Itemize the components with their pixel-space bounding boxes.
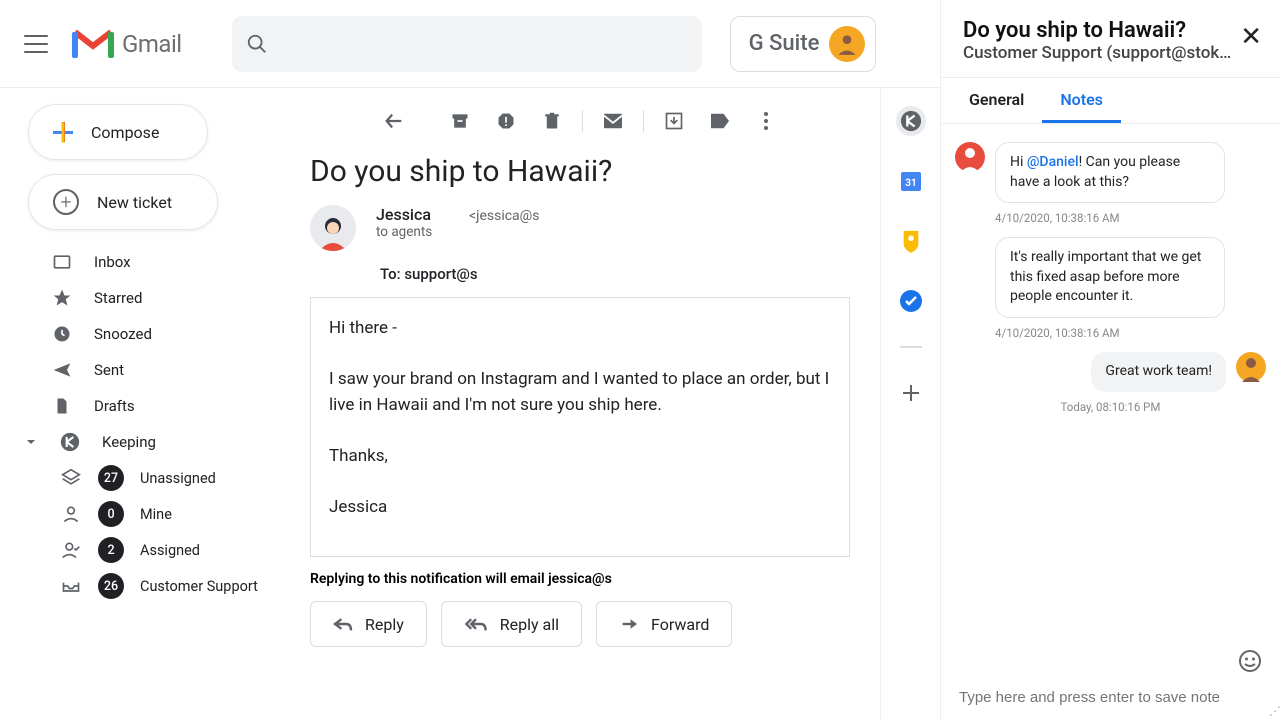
drafts-icon	[52, 396, 72, 416]
archive-icon[interactable]	[438, 99, 482, 143]
count-badge: 2	[98, 537, 124, 563]
note-avatar	[955, 142, 985, 172]
sender-email: <jessica@s	[469, 208, 540, 224]
more-icon[interactable]	[744, 99, 788, 143]
forward-button[interactable]: Forward	[596, 601, 732, 647]
sub-label: Unassigned	[140, 470, 216, 487]
note-timestamp: Today, 08:10:16 PM	[955, 400, 1266, 414]
panel-title: Do you ship to Hawaii?	[963, 18, 1258, 43]
note-timestamp: 4/10/2020, 10:38:16 AM	[955, 211, 1266, 225]
sidebar-item-inbox[interactable]: Inbox	[0, 244, 280, 280]
spam-icon[interactable]	[484, 99, 528, 143]
sidebar: Compose + New ticket Inbox Starred Snooz…	[0, 88, 280, 720]
layers-icon	[60, 467, 82, 489]
chevron-down-icon	[24, 432, 38, 452]
note-timestamp: 4/10/2020, 10:38:16 AM	[955, 326, 1266, 340]
delete-icon[interactable]	[530, 99, 574, 143]
nav-label: Keeping	[102, 433, 156, 451]
sidebar-item-keeping[interactable]: Keeping	[0, 424, 280, 460]
clock-icon	[52, 324, 72, 344]
sender-name: Jessica	[376, 205, 431, 224]
note-bubble: Hi @Daniel! Can you please have a look a…	[995, 142, 1225, 203]
email-toolbar	[300, 88, 860, 154]
keeping-addon-icon[interactable]	[896, 106, 926, 136]
side-panel: Do you ship to Hawaii? Customer Support …	[940, 0, 1280, 720]
sidebar-item-drafts[interactable]: Drafts	[0, 388, 280, 424]
compose-label: Compose	[91, 123, 159, 142]
resize-handle[interactable]: ⋰	[1269, 704, 1278, 718]
tab-general[interactable]: General	[951, 78, 1042, 123]
search-bar[interactable]	[232, 16, 702, 72]
label-icon[interactable]	[698, 99, 742, 143]
count-badge: 27	[98, 465, 124, 491]
user-avatar[interactable]	[829, 26, 865, 62]
email-body: Hi there - I saw your brand on Instagram…	[310, 297, 850, 557]
to-line: To: support@s	[300, 251, 860, 297]
sent-icon	[52, 360, 72, 380]
count-badge: 26	[98, 573, 124, 599]
emoji-icon[interactable]	[1238, 649, 1262, 673]
move-to-icon[interactable]	[652, 99, 696, 143]
note-input[interactable]	[959, 689, 1262, 706]
sender-avatar	[310, 205, 356, 251]
keeping-icon	[60, 432, 80, 452]
email-view: Do you ship to Hawaii? Jessica <jessica@s…	[280, 88, 880, 720]
compose-button[interactable]: Compose	[28, 104, 208, 160]
tasks-icon[interactable]	[896, 286, 926, 316]
plus-icon: +	[53, 189, 79, 215]
email-subject: Do you ship to Hawaii?	[300, 154, 860, 205]
nav-label: Inbox	[94, 253, 131, 271]
note-bubble: It's really important that we get this f…	[995, 237, 1225, 318]
sub-label: Customer Support	[140, 578, 258, 595]
count-badge: 0	[98, 501, 124, 527]
sub-item-assigned[interactable]: 2 Assigned	[0, 532, 280, 568]
gsuite-button[interactable]: G Suite	[730, 16, 877, 72]
sub-label: Assigned	[140, 542, 200, 559]
sidebar-item-snoozed[interactable]: Snoozed	[0, 316, 280, 352]
sub-label: Mine	[140, 506, 172, 523]
add-addon-icon[interactable]	[896, 378, 926, 408]
person-icon	[60, 503, 82, 525]
nav-label: Sent	[94, 361, 124, 379]
gsuite-label: G Suite	[749, 31, 820, 56]
back-icon[interactable]	[372, 99, 416, 143]
reply-button[interactable]: Reply	[310, 601, 427, 647]
mark-unread-icon[interactable]	[591, 99, 635, 143]
sidebar-item-sent[interactable]: Sent	[0, 352, 280, 388]
plus-compose-icon	[53, 122, 73, 142]
inbox-icon	[52, 252, 72, 272]
app-name: Gmail	[122, 30, 182, 58]
gmail-logo[interactable]: Gmail	[72, 28, 182, 60]
note-bubble: Great work team!	[1091, 352, 1226, 392]
sidebar-item-starred[interactable]: Starred	[0, 280, 280, 316]
calendar-icon[interactable]: 31	[896, 166, 926, 196]
reply-all-button[interactable]: Reply all	[441, 601, 582, 647]
nav-label: Snoozed	[94, 325, 152, 343]
tab-notes[interactable]: Notes	[1042, 78, 1121, 123]
person-check-icon	[60, 539, 82, 561]
right-rail: 31	[880, 88, 940, 720]
nav-label: Starred	[94, 289, 142, 307]
search-icon	[246, 33, 268, 55]
new-ticket-button[interactable]: + New ticket	[28, 174, 218, 230]
keep-icon[interactable]	[896, 226, 926, 256]
sub-item-customer-support[interactable]: 26 Customer Support	[0, 568, 280, 604]
menu-icon[interactable]	[24, 32, 48, 56]
close-icon[interactable]: ✕	[1240, 22, 1262, 52]
sub-item-mine[interactable]: 0 Mine	[0, 496, 280, 532]
nav-label: Drafts	[94, 397, 135, 415]
note-avatar	[1236, 352, 1266, 382]
new-ticket-label: New ticket	[97, 193, 172, 212]
header: Gmail G Suite	[0, 0, 940, 88]
sender-to: to agents	[376, 224, 539, 240]
sub-item-unassigned[interactable]: 27 Unassigned	[0, 460, 280, 496]
panel-subtitle: Customer Support (support@stok…	[963, 43, 1258, 63]
reply-notice: Replying to this notification will email…	[300, 557, 860, 601]
star-icon	[52, 288, 72, 308]
notes-body: Hi @Daniel! Can you please have a look a…	[941, 124, 1280, 672]
inbox-tray-icon	[60, 575, 82, 597]
svg-text:31: 31	[905, 178, 916, 189]
